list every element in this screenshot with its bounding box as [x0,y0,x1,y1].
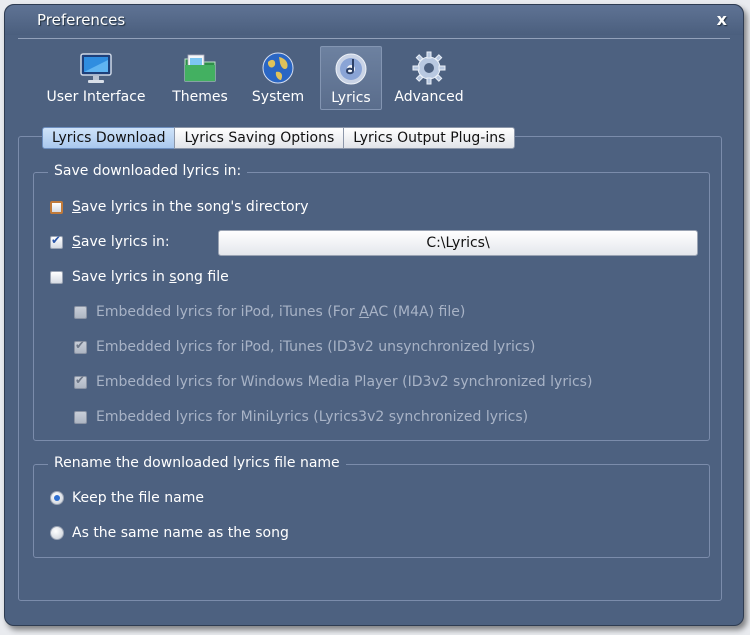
save-group-legend: Save downloaded lyrics in: [48,163,248,179]
toolbar-item-system[interactable]: System [246,46,310,108]
embedded-minilyrics-label: Embedded lyrics for MiniLyrics (Lyrics3v… [96,409,529,425]
checkbox-embedded-wmp[interactable]: ✔ [74,373,87,389]
toolbar-label-system: System [251,89,305,105]
save-in-song-file-checkbox[interactable]: Save lyrics in song file [50,267,229,287]
save-lyrics-in-checkbox[interactable]: ✔ Save lyrics in: [50,232,170,252]
rename-group: Rename the downloaded lyrics file name [33,455,710,558]
toolbar-label-user-interface: User Interface [46,89,146,105]
embedded-id3-unsync-label: Embedded lyrics for iPod, iTunes (ID3v2 … [96,339,536,355]
title-divider [18,38,730,39]
checkbox-embedded-aac[interactable] [74,305,87,319]
embedded-aac-checkbox[interactable]: Embedded lyrics for iPod, iTunes (For AA… [74,302,465,322]
toolbar-label-advanced: Advanced [394,89,464,105]
lyrics-disc-icon [335,53,367,85]
toolbar-item-lyrics[interactable]: Lyrics [320,46,382,110]
window-title: Preferences [37,11,126,29]
toolbar-item-advanced[interactable]: Advanced [388,46,470,108]
tab-lyrics-download[interactable]: Lyrics Download [42,127,176,149]
toolbar-item-user-interface[interactable]: User Interface [38,46,154,108]
radio-same-name-as-song[interactable] [50,526,64,540]
keep-file-name-label: Keep the file name [72,490,204,506]
checkbox-song-directory[interactable] [50,200,63,214]
embedded-aac-label: Embedded lyrics for iPod, iTunes (For AA… [96,304,466,320]
folder-icon [184,54,216,82]
save-song-directory-checkbox[interactable]: Save lyrics in the song's directory [50,197,309,217]
checkbox-embedded-id3-unsync[interactable]: ✔ [74,338,87,354]
same-name-as-song-label: As the same name as the song [72,525,289,541]
keep-file-name-radio[interactable]: Keep the file name [50,488,204,508]
tab-lyrics-output-plugins[interactable]: Lyrics Output Plug-ins [343,127,516,149]
same-name-as-song-radio[interactable]: As the same name as the song [50,523,289,543]
save-lyrics-in-label: Save lyrics in: [72,234,170,250]
lyrics-folder-button[interactable]: C:\Lyrics\ [218,230,698,256]
lyrics-tabs: Lyrics Download Lyrics Saving Options Ly… [42,127,516,149]
toolbar-item-themes[interactable]: Themes [166,46,234,108]
toolbar-label-lyrics: Lyrics [331,90,371,106]
checkbox-song-file[interactable] [50,270,63,284]
checkbox-save-lyrics-in[interactable]: ✔ [50,233,63,249]
radio-keep-file-name[interactable] [50,491,64,505]
tab-lyrics-saving-options[interactable]: Lyrics Saving Options [174,127,345,149]
toolbar-label-themes: Themes [172,89,228,105]
checkbox-embedded-minilyrics[interactable] [74,410,87,424]
embedded-wmp-label: Embedded lyrics for Windows Media Player… [96,374,593,390]
save-in-song-file-label: Save lyrics in song file [72,269,229,285]
close-icon[interactable]: x [717,10,727,29]
gear-icon [412,51,446,85]
monitor-icon [80,53,112,83]
embedded-id3-unsync-checkbox[interactable]: ✔ Embedded lyrics for iPod, iTunes (ID3v… [74,337,535,357]
embedded-minilyrics-checkbox[interactable]: Embedded lyrics for MiniLyrics (Lyrics3v… [74,407,528,427]
globe-icon [262,52,294,84]
embedded-wmp-checkbox[interactable]: ✔ Embedded lyrics for Windows Media Play… [74,372,592,392]
title-bar[interactable]: Preferences x [5,5,743,35]
save-song-directory-label: Save lyrics in the song's directory [72,199,309,215]
rename-group-legend: Rename the downloaded lyrics file name [48,455,346,471]
